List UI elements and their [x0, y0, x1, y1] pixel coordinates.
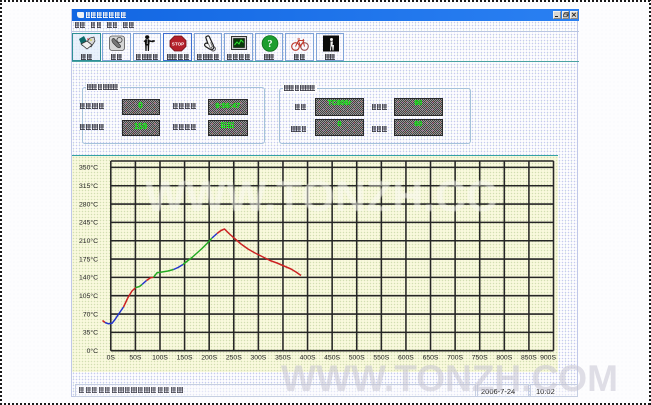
svg-text:350°C: 350°C	[79, 164, 98, 172]
svg-text:300S: 300S	[250, 355, 266, 362]
svg-text:105°C: 105°C	[79, 292, 98, 300]
svg-text:0°C: 0°C	[87, 347, 98, 355]
svg-text:250S: 250S	[226, 355, 242, 362]
svg-text:STOP: STOP	[172, 42, 184, 47]
svg-text:0S: 0S	[107, 355, 116, 362]
svg-text:280°C: 280°C	[79, 200, 98, 208]
svg-text:210°C: 210°C	[79, 237, 98, 245]
svg-text:140°C: 140°C	[79, 274, 98, 282]
svg-text:WWW.TONZH.COM: WWW.TONZH.COM	[281, 360, 618, 398]
svg-text:200S: 200S	[201, 355, 217, 362]
svg-text:50S: 50S	[129, 355, 142, 362]
svg-text:245°C: 245°C	[79, 219, 98, 227]
svg-text:150S: 150S	[177, 355, 193, 362]
svg-text:315°C: 315°C	[79, 182, 98, 190]
svg-text:175°C: 175°C	[79, 255, 98, 263]
svg-text:70°C: 70°C	[83, 310, 98, 318]
svg-text:100S: 100S	[152, 355, 168, 362]
svg-text:WWW.TONZH.CC: WWW.TONZH.CC	[145, 172, 497, 221]
svg-text:35°C: 35°C	[83, 329, 98, 337]
svg-text:?: ?	[267, 39, 272, 50]
